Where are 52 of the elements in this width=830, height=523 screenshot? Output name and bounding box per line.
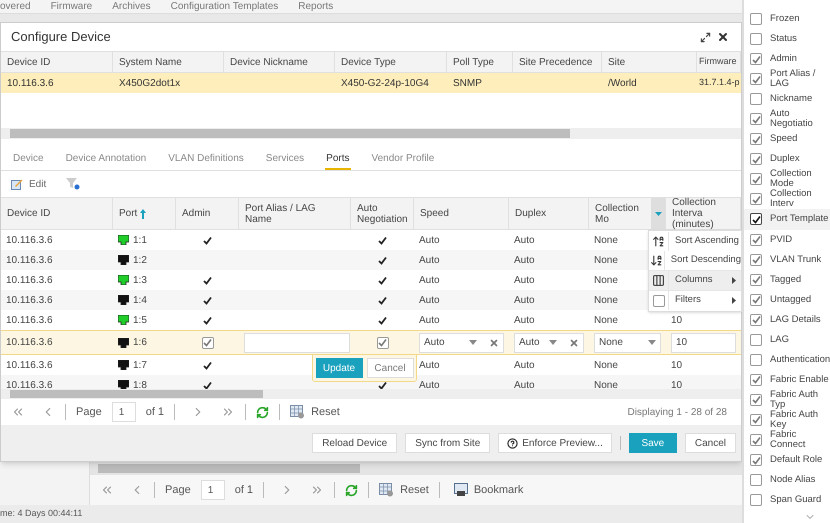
table-cell-text: 1:6 <box>133 336 147 350</box>
table-cell-text: Auto <box>514 234 535 248</box>
table-cell-text: Auto <box>514 378 535 389</box>
table-cell-text: X450-G2-24p-10G4 <box>341 76 429 90</box>
table-cell-text: 1:3 <box>133 274 147 288</box>
table-cell-text: Auto <box>419 314 440 328</box>
table-cell-text: None <box>594 378 618 389</box>
table-cell-text: Auto <box>514 294 535 308</box>
table-cell-text: 1:8 <box>133 378 147 389</box>
table-cell-text: Auto <box>419 358 440 372</box>
table-cell-text: 10.116.3.6 <box>6 378 53 389</box>
table-cell-text: 1:5 <box>133 314 147 328</box>
table-cell-text: Auto <box>514 358 535 372</box>
table-cell-text: 10.116.3.6 <box>6 254 53 268</box>
table-cell-text: 1:2 <box>133 254 147 268</box>
page-label: Page <box>76 404 102 420</box>
table-cell-text: 1:1 <box>133 234 147 248</box>
table-cell-text: Auto <box>514 274 535 288</box>
page-count: of 1 <box>146 404 164 420</box>
table-cell-text: 10.116.3.6 <box>6 294 53 308</box>
table-cell-text: Auto <box>514 254 535 268</box>
table-cell-text: 10.116.3.6 <box>6 314 53 328</box>
table-cell-text: /World <box>608 76 637 90</box>
table-cell-text: None <box>594 234 618 248</box>
table-cell-text: Auto <box>419 274 440 288</box>
table-cell-text: SNMP <box>453 76 482 90</box>
table-cell-text: None <box>594 274 618 288</box>
page-label: Page <box>165 482 191 498</box>
table-cell-text: Auto <box>419 294 440 308</box>
table-cell-text: Auto <box>419 378 440 389</box>
table-cell-text: X450G2dot1x <box>119 76 180 90</box>
table-cell-text: 10 <box>671 378 682 389</box>
table-cell-text: Auto <box>514 314 535 328</box>
table-cell-text: None <box>594 254 618 268</box>
table-cell-text: 10.116.3.6 <box>6 358 53 372</box>
window-title: Configure Device <box>11 28 111 46</box>
table-cell-text: 10 <box>671 358 682 372</box>
table-cell-text: 10.116.3.6 <box>7 76 54 90</box>
table-cell-text: 10.116.3.6 <box>6 234 53 248</box>
table-cell-text: None <box>594 358 618 372</box>
table-cell-text: None <box>594 294 618 308</box>
table-cell-text: None <box>594 314 618 328</box>
table-cell-text: 10.116.3.6 <box>6 274 53 288</box>
table-cell-text: Auto <box>419 234 440 248</box>
table-cell-text: 1:7 <box>133 358 147 372</box>
table-cell-text: 31.7.1.4-p <box>699 76 740 90</box>
display-count: Displaying 1 - 28 of 28 <box>627 406 727 420</box>
page-count: of 1 <box>234 482 254 498</box>
table-cell-text: 10.116.3.6 <box>6 336 53 350</box>
table-cell-text: 1:4 <box>133 294 147 308</box>
table-cell-text: 10 <box>671 314 682 328</box>
table-cell-text: Auto <box>419 254 440 268</box>
